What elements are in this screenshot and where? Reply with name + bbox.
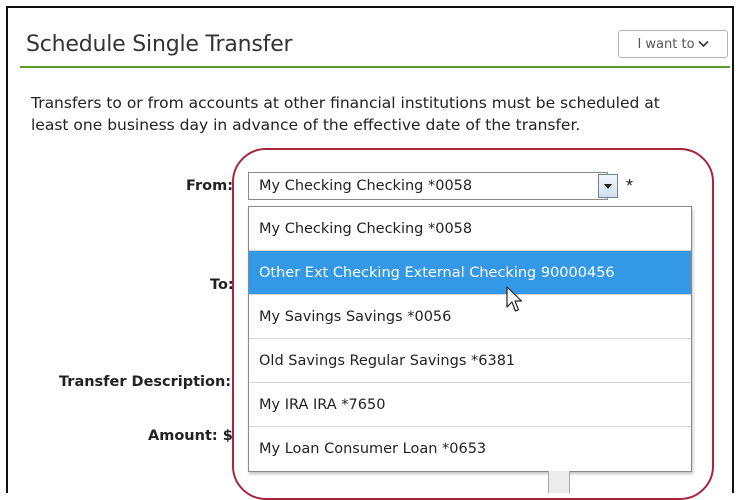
- mouse-pointer-icon: [506, 286, 523, 312]
- dropdown-option-highlighted[interactable]: Other Ext Checking External Checking 900…: [249, 251, 691, 295]
- dropdown-toggle-button[interactable]: [598, 174, 618, 198]
- dropdown-option[interactable]: Old Savings Regular Savings *6381: [249, 339, 691, 383]
- dropdown-option[interactable]: My Loan Consumer Loan *0653: [249, 427, 691, 471]
- from-account-dropdown-list: My Checking Checking *0058 Other Ext Che…: [248, 206, 692, 472]
- from-account-value: My Checking Checking *0058: [259, 178, 473, 194]
- transfer-description-label: Transfer Description:: [59, 374, 232, 390]
- i-want-to-menu-button[interactable]: I want to: [618, 30, 728, 58]
- required-marker: *: [626, 176, 634, 196]
- from-account-select[interactable]: My Checking Checking *0058: [248, 172, 608, 200]
- caret-down-icon: [604, 183, 612, 189]
- amount-label: Amount: $: [148, 428, 233, 444]
- title-divider: [20, 66, 730, 68]
- page-title: Schedule Single Transfer: [26, 32, 293, 57]
- i-want-to-label: I want to: [637, 36, 695, 52]
- to-label: To:: [210, 277, 234, 293]
- chevron-down-icon: [697, 38, 709, 51]
- amount-field-edge: [548, 471, 570, 493]
- from-label: From:: [186, 178, 233, 194]
- dropdown-option[interactable]: My Savings Savings *0056: [249, 295, 691, 339]
- transfer-notice: Transfers to or from accounts at other f…: [31, 94, 660, 134]
- dropdown-option[interactable]: My Checking Checking *0058: [249, 207, 691, 251]
- dropdown-option[interactable]: My IRA IRA *7650: [249, 383, 691, 427]
